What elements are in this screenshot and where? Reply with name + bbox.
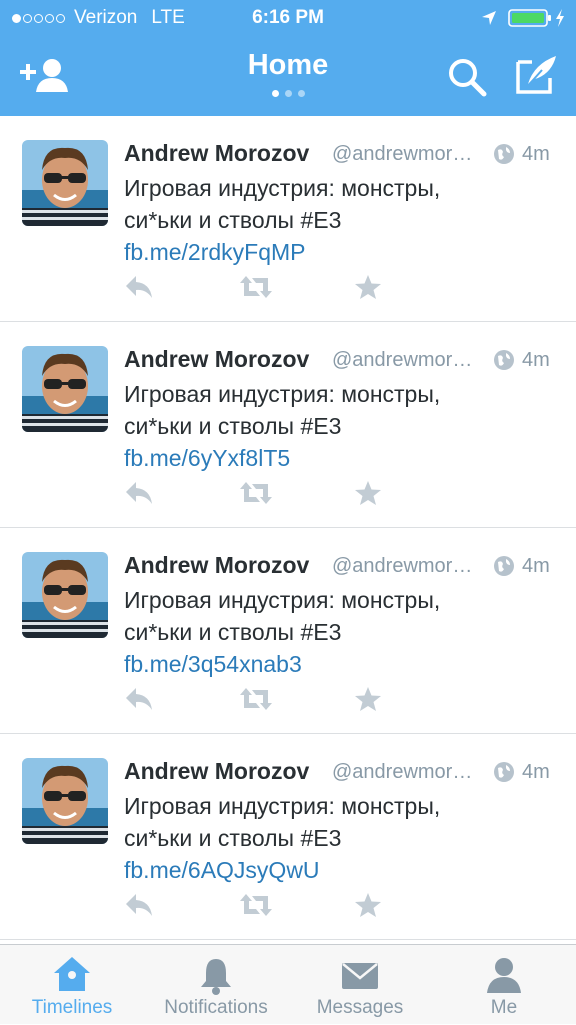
charging-bolt-icon <box>556 9 564 27</box>
retweet-icon[interactable] <box>238 274 274 300</box>
favorite-icon[interactable] <box>354 686 382 712</box>
reply-icon[interactable] <box>124 686 154 712</box>
reply-icon[interactable] <box>124 274 154 300</box>
tab-bar: Timelines Notifications Messages Me <box>0 944 576 1024</box>
bell-icon <box>201 959 231 995</box>
person-icon <box>487 958 521 993</box>
author-name[interactable]: Andrew Morozov <box>124 346 309 373</box>
globe-icon <box>494 144 514 164</box>
tweet-link[interactable]: fb.me/6AQJsyQwU <box>124 857 320 883</box>
tweet[interactable]: Andrew Morozov @andrewmor… 4m Игровая ин… <box>0 734 576 940</box>
tab-notifications[interactable]: Notifications <box>144 945 288 1025</box>
author-name[interactable]: Andrew Morozov <box>124 758 309 785</box>
globe-icon <box>494 762 514 782</box>
globe-icon <box>494 350 514 370</box>
timestamp: 4m <box>522 349 550 371</box>
author-handle[interactable]: @andrewmor… <box>332 555 488 578</box>
tweet-body: Игровая индустрия: монстры, си*ьки и ств… <box>124 175 441 233</box>
home-icon <box>54 957 90 991</box>
tweet-text: Игровая индустрия: монстры, си*ьки и ств… <box>124 584 504 680</box>
location-arrow-icon <box>482 11 496 25</box>
tab-label: Notifications <box>164 997 268 1018</box>
tweet-text: Игровая индустрия: монстры, си*ьки и ств… <box>124 172 504 268</box>
avatar[interactable] <box>22 552 108 638</box>
tweet-link[interactable]: fb.me/6yYxf8lT5 <box>124 445 290 471</box>
page-dot <box>271 90 279 97</box>
tweet[interactable]: Andrew Morozov @andrewmor… 4m Игровая ин… <box>0 528 576 734</box>
tweet-text: Игровая индустрия: монстры, си*ьки и ств… <box>124 378 504 474</box>
avatar[interactable] <box>22 346 108 432</box>
reply-icon[interactable] <box>124 480 154 506</box>
page-indicator <box>0 90 576 97</box>
battery-icon <box>508 9 551 27</box>
author-handle[interactable]: @andrewmor… <box>332 349 488 372</box>
retweet-icon[interactable] <box>238 686 274 712</box>
status-right <box>480 8 566 28</box>
tab-me[interactable]: Me <box>432 945 576 1025</box>
timestamp: 4m <box>522 555 550 577</box>
author-name[interactable]: Andrew Morozov <box>124 552 309 579</box>
tweet-link[interactable]: fb.me/3q54xnab3 <box>124 651 302 677</box>
page-title: Home <box>247 49 329 81</box>
page-dot <box>297 90 305 97</box>
author-handle[interactable]: @andrewmor… <box>332 761 488 784</box>
tweet-actions <box>0 892 576 922</box>
retweet-icon[interactable] <box>238 892 274 918</box>
avatar[interactable] <box>22 140 108 226</box>
top-bar: Verizon LTE 6:16 PM Home <box>0 0 576 116</box>
timestamp: 4m <box>522 761 550 783</box>
tweet-body: Игровая индустрия: монстры, си*ьки и ств… <box>124 381 441 439</box>
favorite-icon[interactable] <box>354 480 382 506</box>
compose-icon[interactable] <box>514 54 558 96</box>
tweet-link[interactable]: fb.me/2rdkyFqMP <box>124 239 306 265</box>
favorite-icon[interactable] <box>354 274 382 300</box>
timestamp: 4m <box>522 143 550 165</box>
page-dot <box>284 90 292 97</box>
tweet[interactable]: Andrew Morozov @andrewmor… 4m Игровая ин… <box>0 116 576 322</box>
tweet-actions <box>0 480 576 510</box>
retweet-icon[interactable] <box>238 480 274 506</box>
tweet-text: Игровая индустрия: монстры, си*ьки и ств… <box>124 790 504 886</box>
envelope-icon <box>342 963 378 989</box>
avatar[interactable] <box>22 758 108 844</box>
reply-icon[interactable] <box>124 892 154 918</box>
timeline[interactable]: Andrew Morozov @andrewmor… 4m Игровая ин… <box>0 116 576 944</box>
tweet-body: Игровая индустрия: монстры, си*ьки и ств… <box>124 587 441 645</box>
tweet-actions <box>0 274 576 304</box>
favorite-icon[interactable] <box>354 892 382 918</box>
globe-icon <box>494 556 514 576</box>
tab-label: Me <box>490 997 518 1018</box>
tweet[interactable]: Andrew Morozov @andrewmor… 4m Игровая ин… <box>0 322 576 528</box>
author-handle[interactable]: @andrewmor… <box>332 143 488 166</box>
tab-messages[interactable]: Messages <box>288 945 432 1025</box>
status-bar: Verizon LTE 6:16 PM <box>0 0 576 38</box>
search-icon[interactable] <box>446 56 488 98</box>
tab-timelines[interactable]: Timelines <box>0 945 144 1025</box>
tweet-body: Игровая индустрия: монстры, си*ьки и ств… <box>124 793 441 851</box>
tab-label: Timelines <box>31 997 113 1018</box>
author-name[interactable]: Andrew Morozov <box>124 140 309 167</box>
tab-label: Messages <box>316 997 404 1018</box>
tweet-actions <box>0 686 576 716</box>
